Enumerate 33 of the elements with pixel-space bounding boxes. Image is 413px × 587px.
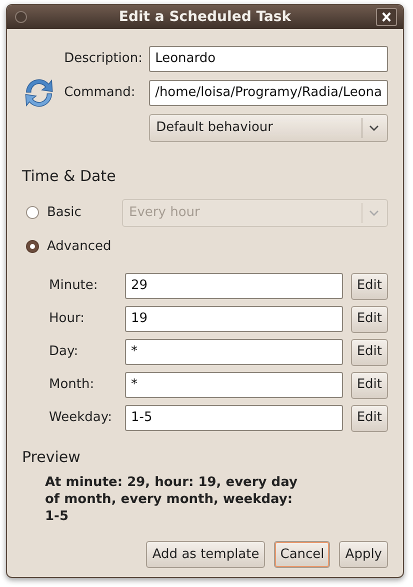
preview-text: At minute: 29, hour: 19, every day of month, every month, weekday: 1-5 <box>45 474 298 525</box>
description-label: Description: <box>64 50 144 68</box>
section-heading: Preview <box>22 446 82 468</box>
command-field[interactable]: /home/loisa/Programy/Radia/Leona <box>149 80 388 106</box>
input-field[interactable]: * <box>125 372 343 398</box>
field-label: Hour: <box>49 310 86 328</box>
input-field[interactable]: * <box>125 339 343 365</box>
input-field[interactable]: 1-5 <box>125 405 343 431</box>
radio-button[interactable] <box>26 240 39 253</box>
field-label: Weekday: <box>49 409 113 428</box>
edit-button[interactable]: Edit <box>350 272 388 300</box>
radio-button[interactable] <box>26 206 39 219</box>
radio-option[interactable]: Basic <box>26 202 122 222</box>
edit-button[interactable]: Edit <box>350 338 388 366</box>
edit-button[interactable]: Edit <box>350 372 388 398</box>
input-field[interactable]: 19 <box>125 306 343 332</box>
template-button[interactable]: Add as template <box>146 541 266 568</box>
window-title: Edit a Scheduled Task <box>118 8 292 26</box>
field-label: Month: <box>49 376 96 394</box>
input-field[interactable]: 29 <box>125 273 343 299</box>
radio-option[interactable]: Advanced <box>26 236 122 256</box>
field-label: Minute: <box>49 277 99 296</box>
close-icon[interactable] <box>376 8 397 26</box>
edit-button[interactable]: Edit <box>350 404 388 432</box>
cancel-button[interactable]: Cancel <box>274 541 330 568</box>
behaviour-dropdown[interactable]: Default behaviour <box>149 114 388 142</box>
command-label: Command: <box>64 84 136 102</box>
window-menu-button[interactable] <box>15 11 27 23</box>
description-field[interactable]: Leonardo <box>149 46 388 72</box>
apply-button[interactable]: Apply <box>339 541 388 568</box>
field-label: Day: <box>49 343 80 362</box>
edit-button[interactable]: Edit <box>350 306 388 332</box>
section-heading: Time & Date <box>22 166 117 187</box>
